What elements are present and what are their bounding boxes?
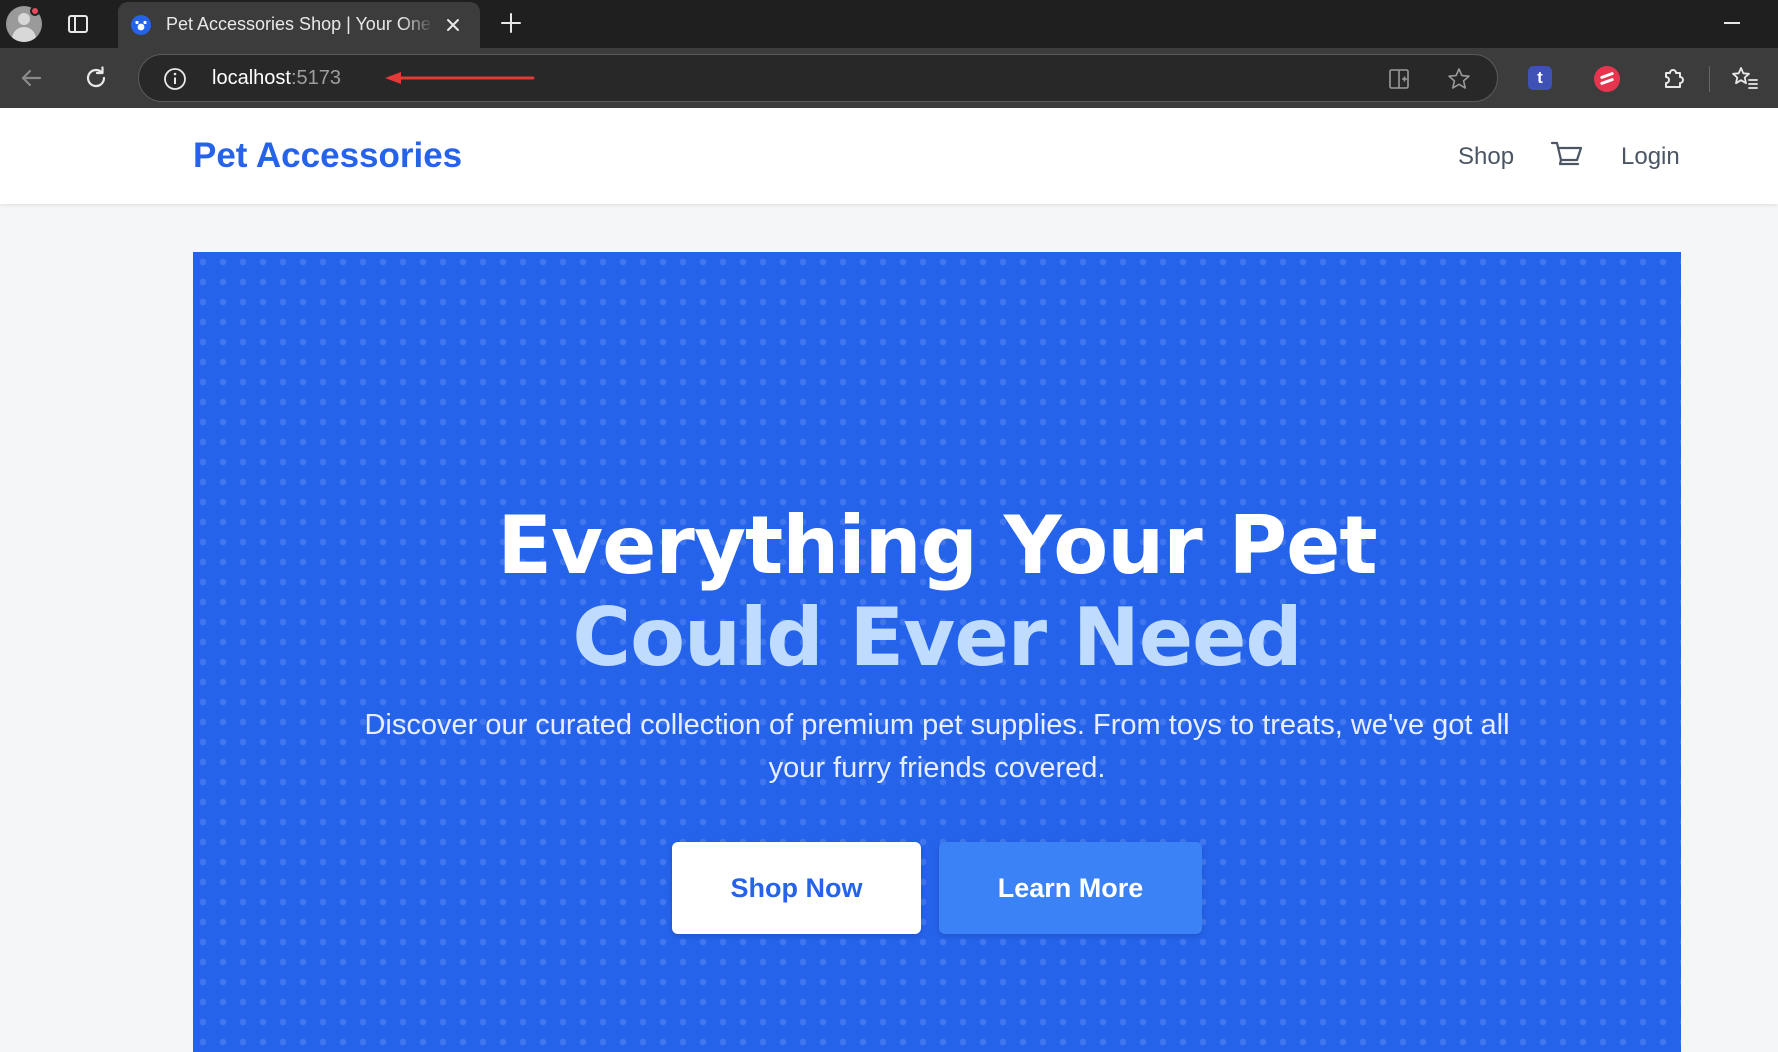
paw-icon [131,15,151,35]
extensions-puzzle-icon[interactable] [1658,63,1688,93]
split-screen-icon[interactable] [1387,67,1411,91]
extension-red-icon[interactable] [1594,66,1620,92]
hero-subtitle: Discover our curated collection of premi… [364,709,1510,784]
hero-title: Everything Your Pet Could Ever Need [193,500,1681,684]
reload-icon[interactable] [81,63,111,93]
shop-now-button[interactable]: Shop Now [672,842,921,934]
hero-banner: Everything Your Pet Could Ever Need Disc… [193,252,1681,1052]
minimize-window-icon[interactable] [1724,22,1740,24]
profile-notification-dot [30,6,40,16]
site-navbar: Pet Accessories Shop Login [0,108,1778,204]
red-annotation-arrow-icon [385,72,535,84]
page-viewport: Pet Accessories Shop Login Everything Yo… [0,108,1778,1052]
tab-title: Pet Accessories Shop | Your One-Stop Pet… [166,14,434,34]
close-tab-icon[interactable] [442,14,464,36]
browser-tab-strip: Pet Accessories Shop | Your One-Stop Pet… [0,0,1778,48]
back-arrow-icon[interactable] [16,63,46,93]
hero-title-line-2: Could Ever Need [572,591,1302,684]
address-bar[interactable]: localhost:5173 [138,54,1498,102]
browser-toolbar: localhost:5173 t [0,48,1778,108]
new-tab-plus-icon[interactable] [498,10,524,36]
url-port: :5173 [290,67,341,89]
nav-login-link[interactable]: Login [1621,143,1680,171]
brand-logo-link[interactable]: Pet Accessories [193,136,462,176]
toolbar-separator [1709,66,1710,92]
favorites-icon[interactable] [1730,63,1760,93]
address-url: localhost:5173 [212,67,341,90]
nav-shop-link[interactable]: Shop [1458,143,1514,171]
browser-tab-active[interactable]: Pet Accessories Shop | Your One-Stop Pet… [118,2,480,48]
tab-actions-icon[interactable] [66,12,90,36]
bookmark-star-icon[interactable] [1446,66,1472,92]
extension-t-icon[interactable]: t [1528,66,1552,90]
url-host: localhost [212,67,291,89]
hero-title-line-1: Everything Your Pet [497,499,1377,592]
shopping-cart-icon[interactable] [1550,138,1584,172]
learn-more-button[interactable]: Learn More [939,842,1202,934]
site-info-icon[interactable] [163,67,187,91]
